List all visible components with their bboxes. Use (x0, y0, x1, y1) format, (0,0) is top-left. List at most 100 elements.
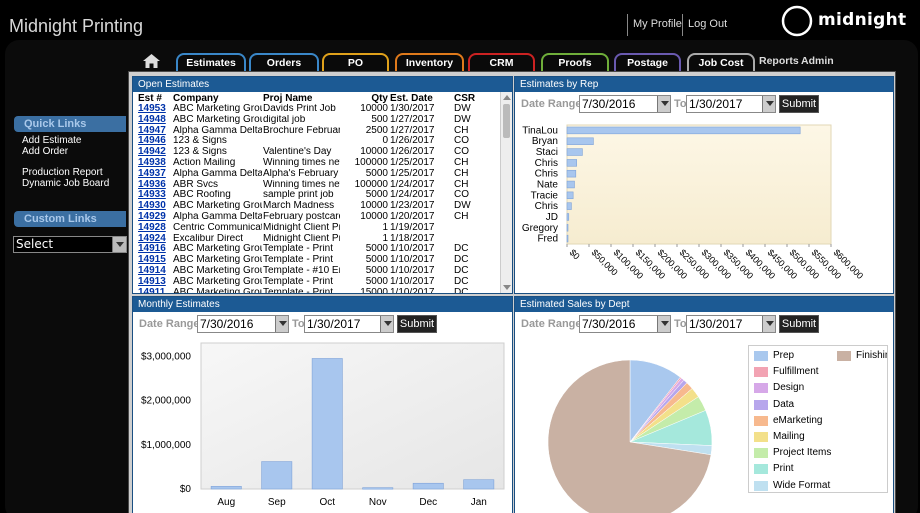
tab-orders[interactable]: Orders (249, 53, 319, 73)
rep-bar[interactable] (566, 191, 574, 200)
legend-item-mailing[interactable]: Mailing (754, 431, 805, 442)
rep-bar[interactable] (566, 137, 594, 145)
tab-inventory[interactable]: Inventory (395, 53, 464, 73)
nav-reports[interactable]: Reports (759, 55, 799, 67)
chevron-down-icon[interactable] (762, 96, 775, 112)
legend-item-wide-format[interactable]: Wide Format (754, 480, 830, 491)
table-row[interactable]: 14928Centric CommunicationsMidnight Clie… (137, 223, 501, 234)
chevron-down-icon[interactable] (380, 316, 393, 332)
tab-estimates[interactable]: Estimates (176, 53, 246, 73)
rep-bar[interactable] (566, 148, 583, 156)
tab-proofs[interactable]: Proofs (541, 53, 609, 73)
estimate-number-link[interactable]: 14946 (137, 136, 172, 147)
dept-from-date-input[interactable]: 7/30/2016 (579, 315, 671, 333)
add-order-link[interactable]: Add Order (22, 146, 68, 157)
chevron-down-icon[interactable] (112, 237, 126, 252)
table-row[interactable]: 14929 Alpha Gamma Delta February postcard 1… (137, 212, 501, 223)
dept-submit-button[interactable]: Submit (779, 315, 819, 333)
estimate-number-link[interactable]: 14947 (137, 126, 172, 137)
tab-job-cost[interactable]: Job Cost (687, 53, 755, 73)
table-row[interactable]: 14947 Alpha Gamma Delta Brochure February 2… (137, 126, 501, 137)
production-report-link[interactable]: Production Report (22, 167, 103, 178)
estimate-number-link[interactable]: 14936 (137, 180, 172, 191)
estimate-number-link[interactable]: 14924 (137, 234, 172, 245)
estimate-number-link[interactable]: 14942 (137, 147, 172, 158)
monthly-from-date-input[interactable]: 7/30/2016 (197, 315, 289, 333)
add-estimate-link[interactable]: Add Estimate (22, 135, 81, 146)
rep-bar[interactable] (566, 213, 570, 221)
estimate-number-link[interactable]: 14915 (137, 255, 172, 266)
column-header-company[interactable]: Company (172, 93, 262, 104)
month-bar[interactable] (210, 486, 242, 490)
legend-item-print[interactable]: Print (754, 463, 794, 475)
monthly-to-date-input[interactable]: 1/30/2017 (304, 315, 394, 333)
rep-bar[interactable] (566, 169, 577, 178)
rep-bar[interactable] (566, 224, 569, 232)
my-profile-link[interactable]: My Profile (633, 18, 682, 30)
rep-submit-button[interactable]: Submit (779, 95, 819, 113)
estimate-number-link[interactable]: 14914 (137, 266, 172, 277)
month-bar[interactable] (412, 482, 444, 490)
tab-crm[interactable]: CRM (468, 53, 535, 73)
chevron-down-icon[interactable] (657, 96, 670, 112)
nav-admin[interactable]: Admin (801, 55, 834, 67)
estimate-number-link[interactable]: 14938 (137, 158, 172, 169)
legend-item-project-items[interactable]: Project Items (754, 447, 831, 459)
estimates-scrollbar[interactable] (500, 92, 512, 293)
month-bar[interactable] (362, 487, 394, 490)
rep-bar[interactable] (566, 180, 575, 189)
column-header-est-date[interactable]: Est. Date (389, 93, 453, 104)
table-row[interactable]: 14914 ABC Marketing Group Template - #10 E… (137, 266, 501, 277)
table-row[interactable]: 14942 123 & Signs Valentine's Day 10000 1/26… (137, 147, 501, 158)
estimate-number-link[interactable]: 14930 (137, 201, 172, 212)
column-header-csr[interactable]: CSR (453, 93, 501, 104)
rep-bar[interactable] (566, 126, 801, 135)
month-bar[interactable] (311, 358, 343, 490)
tab-po[interactable]: PO (322, 53, 389, 73)
table-row[interactable]: 14936ABR Svcs Winning times newsletter 100… (137, 180, 501, 191)
table-row[interactable]: 14946 123 & Signs 0 1/26/2017 CO (137, 136, 501, 147)
estimate-number-link[interactable]: 14948 (137, 115, 172, 126)
dynamic-job-board-link[interactable]: Dynamic Job Board (22, 178, 109, 189)
table-row[interactable]: 14924Excalibur Direct Midnight Client Pri… (137, 234, 501, 245)
scroll-down-icon[interactable] (503, 285, 511, 290)
rep-from-date-input[interactable]: 7/30/2016 (579, 95, 671, 113)
log-out-link[interactable]: Log Out (688, 18, 727, 30)
tab-postage[interactable]: Postage (614, 53, 681, 73)
legend-item-finishing[interactable]: Finishing (837, 350, 887, 361)
chevron-down-icon[interactable] (275, 316, 288, 332)
estimate-number-link[interactable]: 14937 (137, 169, 172, 180)
estimate-number-link[interactable]: 14933 (137, 190, 172, 201)
estimate-number-link[interactable]: 14929 (137, 212, 172, 223)
rep-to-date-input[interactable]: 1/30/2017 (686, 95, 776, 113)
table-row[interactable]: 14913 ABC Marketing Group Template - Print… (137, 277, 501, 288)
table-row[interactable]: 14948 ABC Marketing Group digital job 500 1/… (137, 115, 501, 126)
estimate-number-link[interactable]: 14953 (137, 104, 172, 115)
month-bar[interactable] (261, 461, 293, 490)
legend-item-prep[interactable]: Prep (754, 350, 794, 361)
midnight-logo[interactable]: midnight (780, 5, 915, 37)
month-bar[interactable] (463, 479, 495, 490)
table-row[interactable]: 14953 ABC Marketing Group Davids Print Job… (137, 104, 501, 115)
legend-item-fulfillment[interactable]: Fulfillment (754, 366, 819, 378)
monthly-submit-button[interactable]: Submit (397, 315, 437, 333)
legend-item-design[interactable]: Design (754, 382, 804, 394)
column-header-proj-name[interactable]: Proj Name (262, 93, 340, 104)
table-row[interactable]: 14933 ABC Roofing sample print job 5000 1/24… (137, 190, 501, 201)
table-row[interactable]: 14938Action Mailing Winning times newslet… (137, 158, 501, 169)
estimate-number-link[interactable]: 14911 (137, 288, 172, 293)
column-header-est[interactable]: Est # (137, 93, 172, 104)
legend-item-data[interactable]: Data (754, 399, 794, 410)
estimate-number-link[interactable]: 14913 (137, 277, 172, 288)
table-row[interactable]: 14911 ABC Marketing Group Template - Print… (137, 288, 501, 293)
rep-bar[interactable] (566, 159, 577, 167)
legend-item-emarketing[interactable]: eMarketing (754, 415, 822, 426)
custom-links-select[interactable]: Select (13, 236, 127, 253)
scroll-up-icon[interactable] (503, 95, 511, 100)
chevron-down-icon[interactable] (657, 316, 670, 332)
estimate-number-link[interactable]: 14916 (137, 244, 172, 255)
dept-to-date-input[interactable]: 1/30/2017 (686, 315, 776, 333)
table-row[interactable]: 14937 Alpha Gamma Delta Alpha's February 50… (137, 169, 501, 180)
table-row[interactable]: 14915 ABC Marketing Group Template - Print… (137, 255, 501, 266)
rep-bar[interactable] (566, 202, 572, 210)
